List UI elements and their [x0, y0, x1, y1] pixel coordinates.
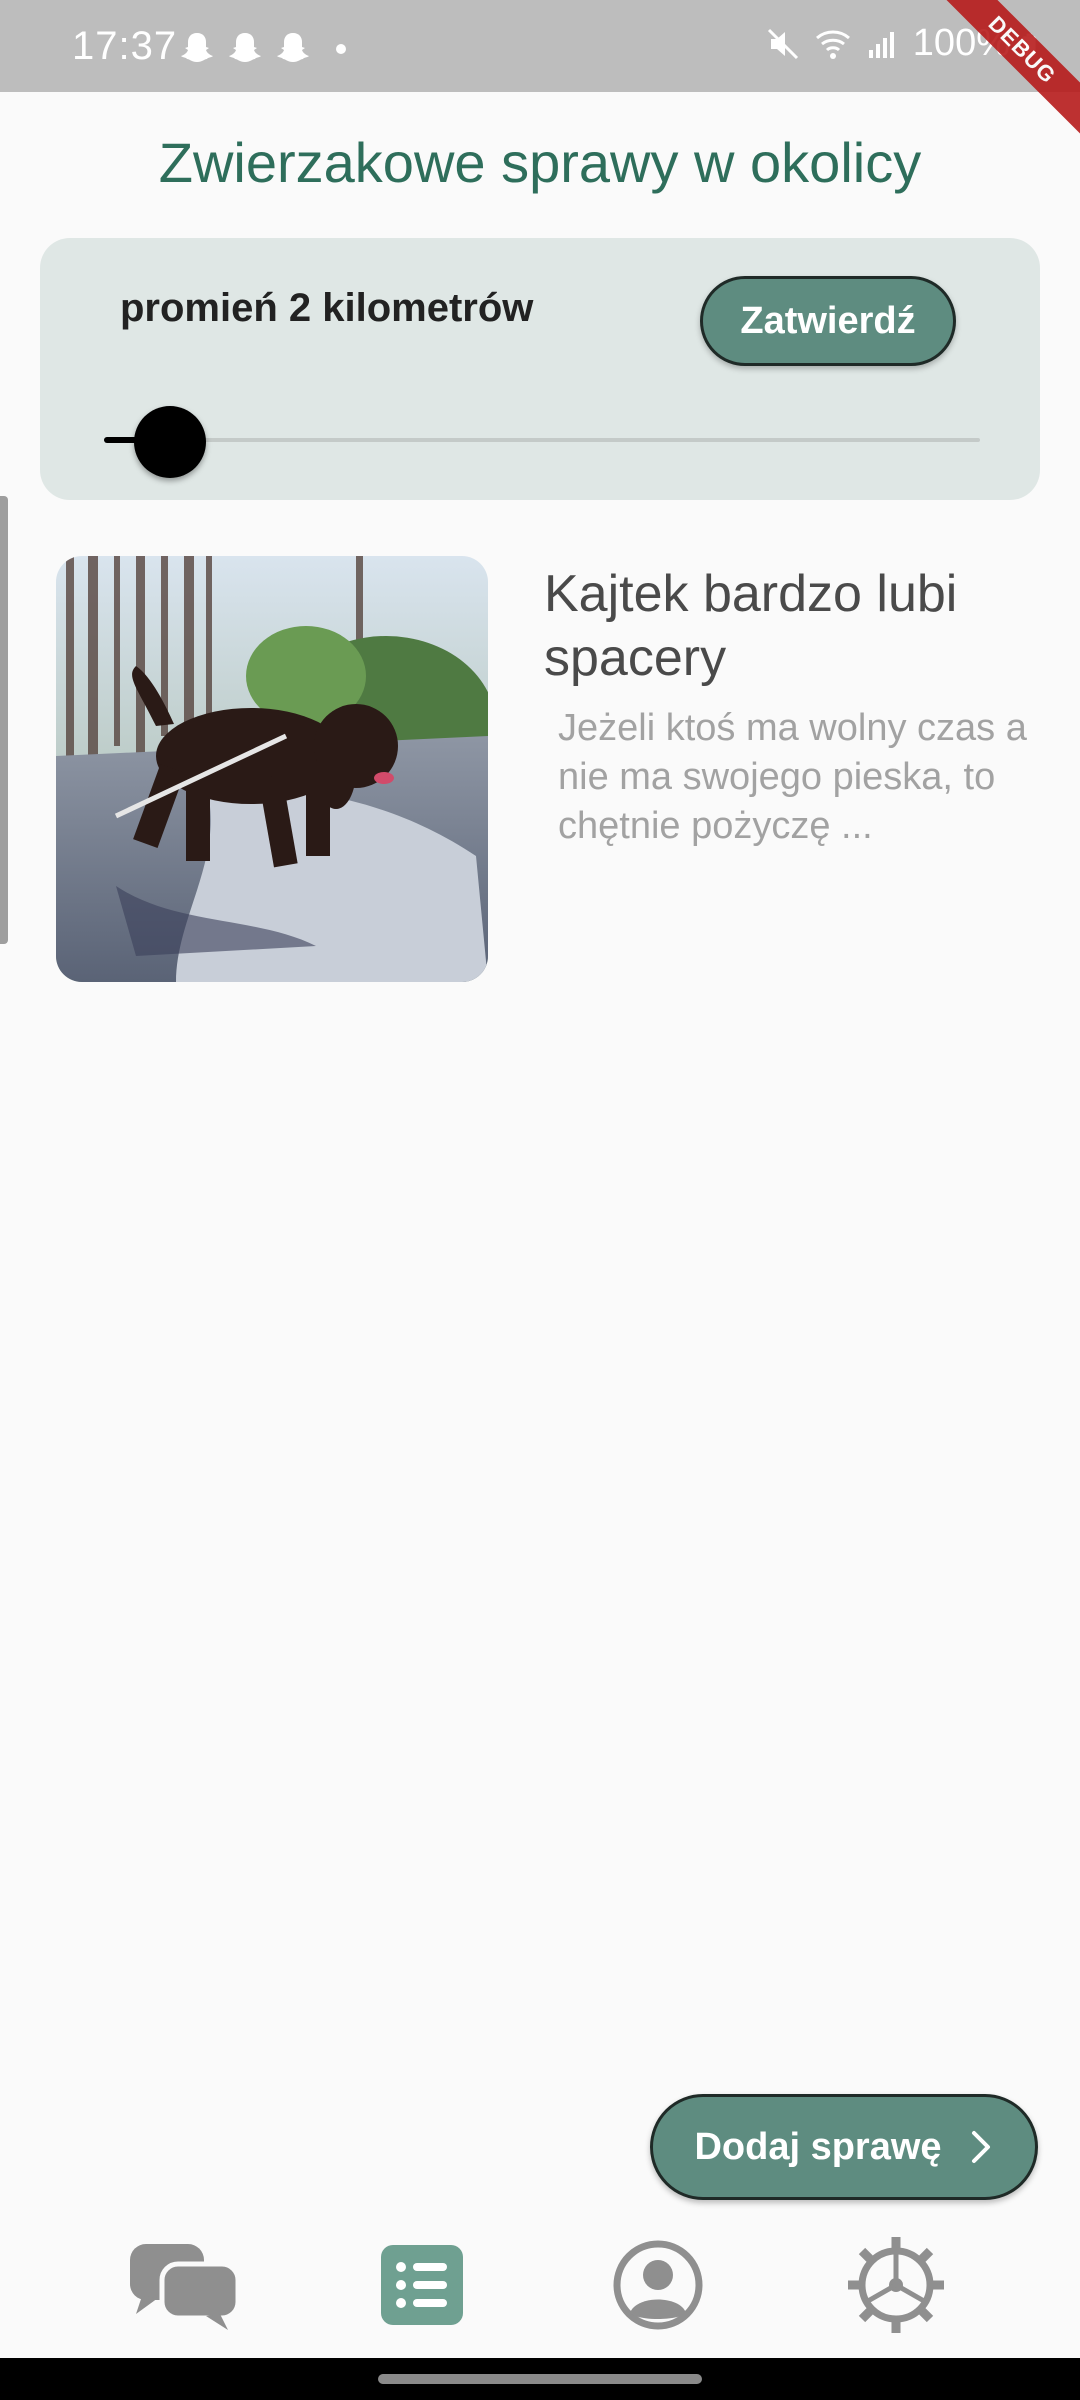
- nav-settings[interactable]: [836, 2230, 956, 2340]
- notification-icons: [180, 30, 346, 66]
- radius-slider-track[interactable]: [104, 438, 980, 442]
- post-description: Jeżeli ktoś ma wolny czas a nie ma swoje…: [558, 707, 1027, 847]
- post-photo: [56, 556, 488, 982]
- snapchat-icon: [181, 33, 213, 62]
- settings-icon: [848, 2237, 944, 2333]
- radius-label: promień 2 kilometrów: [120, 286, 534, 330]
- snapchat-icon: [229, 33, 261, 62]
- nav-list[interactable]: [362, 2230, 482, 2340]
- snapchat-icon: [277, 33, 309, 62]
- list-icon: [381, 2245, 463, 2325]
- bottom-navigation: [0, 2220, 1080, 2352]
- radius-slider-thumb[interactable]: [134, 406, 206, 478]
- add-case-label: Dodaj sprawę: [694, 2125, 942, 2168]
- status-time: 17:37: [72, 24, 178, 68]
- wifi-icon: [815, 30, 850, 59]
- more-notifications-dot: [336, 44, 346, 54]
- chevron-right-icon: [971, 2131, 990, 2163]
- radius-filter-card: promień 2 kilometrów Zatwierdź: [40, 238, 1040, 500]
- page-title: Zwierzakowe sprawy w okolicy: [158, 131, 922, 194]
- add-case-button[interactable]: Dodaj sprawę: [650, 2094, 1038, 2200]
- profile-icon: [613, 2240, 703, 2330]
- chat-icon: [130, 2244, 240, 2330]
- nav-chat[interactable]: [124, 2230, 244, 2340]
- status-bar: 17:37 100% DEBUG: [0, 0, 1080, 148]
- list-item[interactable]: Kajtek bardzo lubi spacery Jeżeli ktoś m…: [56, 556, 1027, 986]
- signal-icon: [868, 31, 894, 58]
- mute-icon: [767, 28, 798, 59]
- post-title: Kajtek bardzo lubi spacery: [544, 565, 958, 687]
- nav-profile[interactable]: [598, 2230, 718, 2340]
- edge-scroll-handle: [0, 496, 8, 944]
- confirm-button[interactable]: Zatwierdź: [700, 276, 956, 366]
- home-gesture-handle[interactable]: [378, 2374, 702, 2384]
